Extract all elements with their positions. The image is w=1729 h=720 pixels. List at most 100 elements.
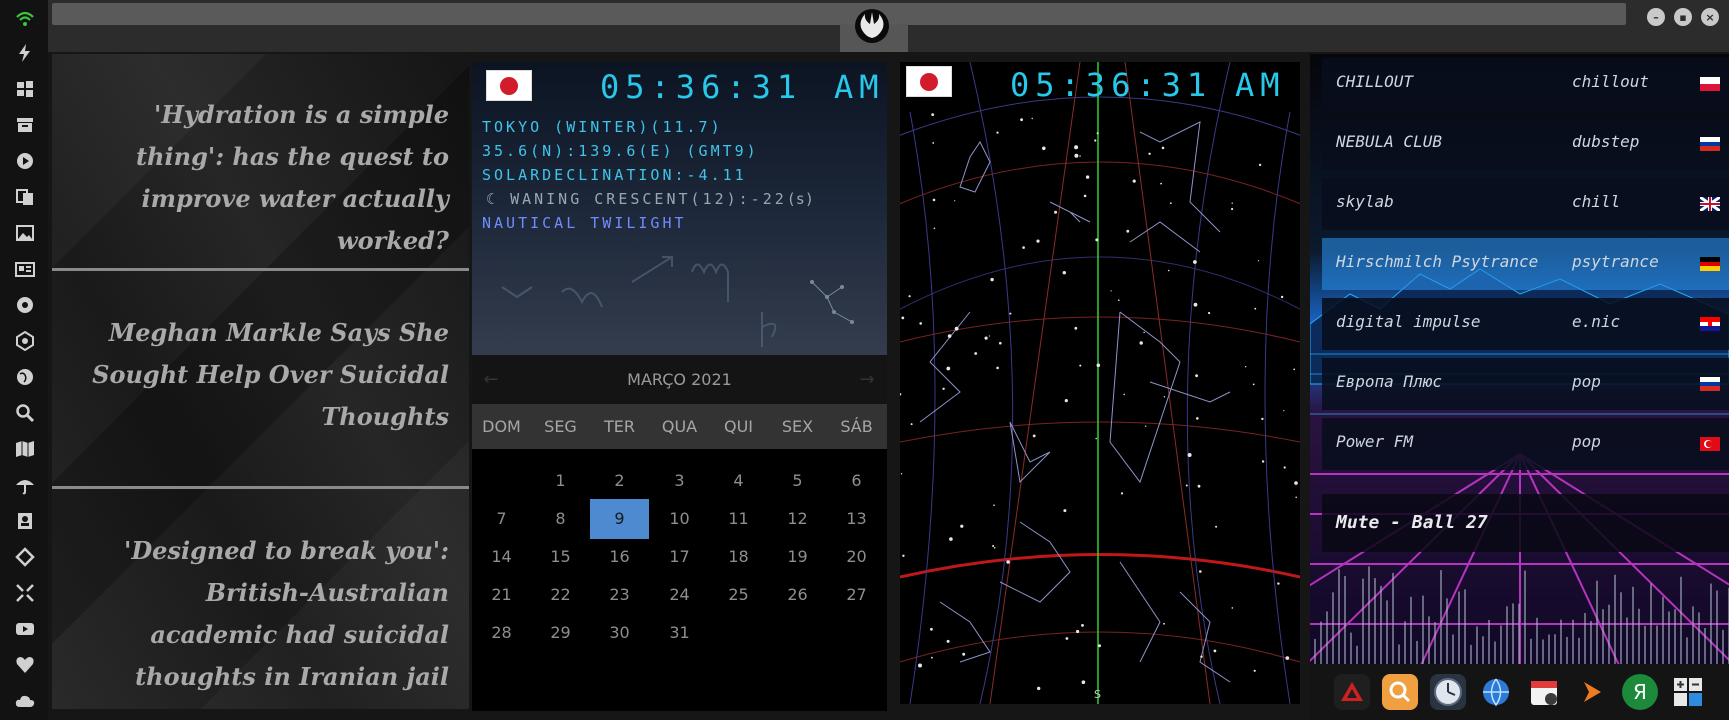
rebel-app-icon[interactable] — [1334, 674, 1370, 710]
search-app-icon[interactable] — [1382, 674, 1418, 710]
headline-2[interactable]: Meghan Markle Says She Sought Help Over … — [52, 312, 469, 438]
archive-icon[interactable] — [12, 112, 38, 138]
calendar-day-selected[interactable]: 9 — [590, 499, 649, 539]
umbrella-icon[interactable] — [12, 472, 38, 498]
station-genre: pop — [1572, 432, 1601, 451]
calendar-day[interactable]: 6 — [827, 461, 886, 501]
calendar-day[interactable]: 8 — [531, 499, 590, 539]
calendar-month: MARÇO 2021 — [472, 355, 887, 404]
next-month-icon[interactable]: → — [852, 355, 882, 404]
calendar-day[interactable]: 20 — [827, 537, 886, 577]
heart-icon[interactable] — [12, 652, 38, 678]
calendar-day[interactable]: 22 — [531, 575, 590, 615]
youtube-icon[interactable] — [12, 616, 38, 642]
russia-flag-icon — [1700, 136, 1720, 151]
weekday: SÁB — [840, 417, 873, 436]
calendar-day[interactable]: 30 — [590, 613, 649, 653]
calendar-day[interactable]: 21 — [472, 575, 531, 615]
weekday: QUI — [723, 417, 754, 436]
news-icon[interactable] — [12, 256, 38, 282]
divider — [52, 486, 469, 489]
calendar-app-icon[interactable] — [1526, 674, 1562, 710]
calendar-day[interactable]: 13 — [827, 499, 886, 539]
desktop: – ▪ × 'Hydration is a simple thing': has… — [0, 0, 1729, 720]
calendar-day[interactable]: 5 — [768, 461, 827, 501]
player-app-icon[interactable] — [1574, 674, 1610, 710]
rebel-icon[interactable] — [12, 292, 38, 318]
weekday: TER — [604, 417, 635, 436]
calendar-day[interactable]: 28 — [472, 613, 531, 653]
image-icon[interactable] — [12, 220, 38, 246]
calendar-day[interactable]: 31 — [650, 613, 709, 653]
flash-icon[interactable] — [12, 40, 38, 66]
globe-icon[interactable] — [12, 364, 38, 390]
uk-flag-icon — [1699, 195, 1721, 213]
calendar-day[interactable]: 12 — [768, 499, 827, 539]
moon-unit: (s) — [786, 190, 814, 208]
calendar-day[interactable]: 24 — [650, 575, 709, 615]
prev-month-icon[interactable]: ← — [476, 355, 506, 404]
radio-panel: CHILLOUT chillout NEBULA CLUB dubstep skylab… — [1310, 54, 1729, 710]
calendar-day[interactable]: 25 — [709, 575, 768, 615]
address-bar[interactable] — [52, 3, 1626, 25]
star-map-canvas — [900, 62, 1300, 704]
calendar-day[interactable]: 23 — [590, 575, 649, 615]
calendar-day[interactable]: 3 — [650, 461, 709, 501]
station-row[interactable]: digital impulse e.nic — [1322, 298, 1729, 350]
play-icon[interactable] — [12, 148, 38, 174]
windows-icon[interactable] — [12, 76, 38, 102]
moon-icon: ☾ — [486, 190, 499, 208]
browser-app-icon[interactable] — [1478, 674, 1514, 710]
translate-icon[interactable] — [12, 184, 38, 210]
search-icon[interactable] — [12, 400, 38, 426]
station-row[interactable]: Power FM pop — [1322, 418, 1729, 470]
calendar-day[interactable]: 18 — [709, 537, 768, 577]
contact-icon[interactable] — [12, 508, 38, 534]
chakra-icon[interactable] — [12, 328, 38, 354]
minimize-button[interactable]: – — [1647, 8, 1665, 26]
calendar-day[interactable]: 16 — [590, 537, 649, 577]
news-panel: 'Hydration is a simple thing': has the q… — [52, 54, 469, 709]
headline-3[interactable]: 'Designed to break you': British-Austral… — [52, 530, 469, 698]
station-row[interactable]: Европа Плюс pop — [1322, 358, 1729, 410]
diamond-icon[interactable] — [12, 544, 38, 570]
calendar-day[interactable]: 19 — [768, 537, 827, 577]
poland-flag-icon — [1700, 76, 1720, 91]
left-dock — [0, 0, 48, 720]
close-button[interactable]: × — [1701, 8, 1719, 26]
expand-icon[interactable] — [12, 580, 38, 606]
calendar-day[interactable]: 26 — [768, 575, 827, 615]
calendar-day[interactable]: 7 — [472, 499, 531, 539]
calendar-day[interactable]: 1 — [531, 461, 590, 501]
yandex-app-icon[interactable]: Я — [1622, 674, 1658, 710]
station-row[interactable]: Hirschmilch Psytrance psytrance — [1322, 238, 1729, 290]
calendar-day[interactable]: 17 — [650, 537, 709, 577]
clock-coordinates: 35.6(N):139.6(E) (GMT9) — [482, 142, 759, 160]
calendar-day[interactable]: 2 — [590, 461, 649, 501]
station-row[interactable]: NEBULA CLUB dubstep — [1322, 118, 1729, 170]
cloud-icon[interactable] — [12, 688, 38, 714]
station-name: NEBULA CLUB — [1336, 132, 1442, 151]
calculator-app-icon[interactable] — [1670, 674, 1706, 710]
headline-1[interactable]: 'Hydration is a simple thing': has the q… — [52, 94, 469, 262]
sky-time: 05:36:31 — [1010, 66, 1213, 104]
solar-declination: SOLARDECLINATION:-4.11 — [482, 166, 747, 184]
station-name: CHILLOUT — [1336, 72, 1414, 91]
wifi-icon[interactable] — [12, 6, 38, 32]
station-row[interactable]: CHILLOUT chillout — [1322, 58, 1729, 110]
clock-app-icon[interactable] — [1430, 674, 1466, 710]
map-icon[interactable] — [12, 436, 38, 462]
calendar-day[interactable]: 29 — [531, 613, 590, 653]
star-map[interactable]: 05:36:31 AM S — [900, 62, 1300, 704]
maximize-button[interactable]: ▪ — [1674, 8, 1692, 26]
calendar-day[interactable]: 10 — [650, 499, 709, 539]
calendar-day[interactable]: 4 — [709, 461, 768, 501]
clock-location: TOKYO (WINTER)(11.7) — [482, 118, 723, 136]
weekday: DOM — [482, 417, 521, 436]
station-row[interactable]: skylab chill — [1322, 178, 1729, 230]
calendar-day[interactable]: 27 — [827, 575, 886, 615]
sky-ampm: AM — [1235, 66, 1286, 104]
calendar-day[interactable]: 11 — [709, 499, 768, 539]
calendar-day[interactable]: 14 — [472, 537, 531, 577]
calendar-day[interactable]: 15 — [531, 537, 590, 577]
